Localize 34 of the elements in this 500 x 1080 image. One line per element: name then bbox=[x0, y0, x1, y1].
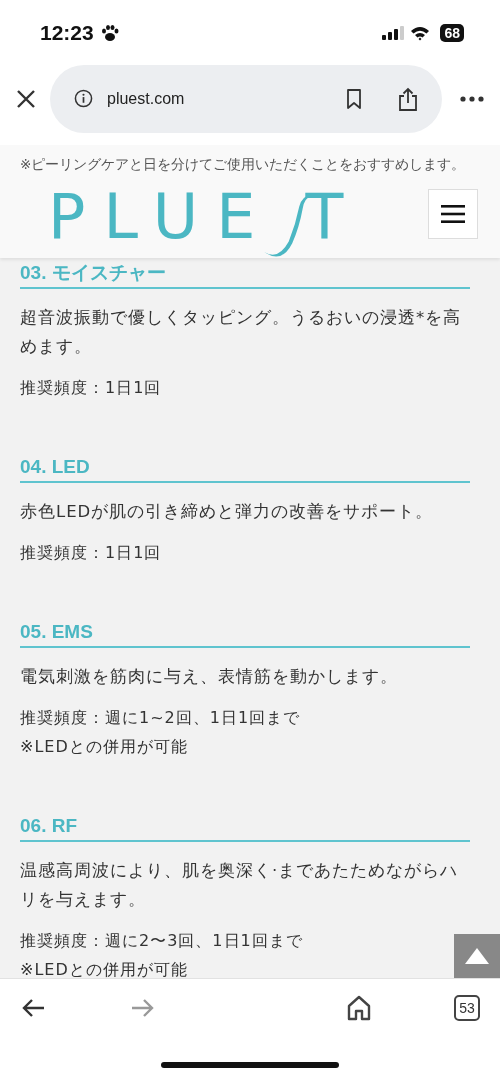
home-button[interactable] bbox=[347, 995, 371, 1021]
section-text: 超音波振動で優しくタッピング。うるおいの浸透*を高めます。 bbox=[20, 307, 463, 358]
back-to-top-button[interactable] bbox=[454, 934, 500, 978]
section-heading: 05. EMS bbox=[20, 620, 470, 648]
up-arrow-icon bbox=[465, 948, 489, 964]
url-text: pluest.com bbox=[107, 89, 185, 108]
section-heading: 03. モイスチャー bbox=[20, 261, 470, 289]
share-icon[interactable] bbox=[398, 86, 418, 111]
frequency-text: 推奨頻度：週に2〜3回、1日1回まで bbox=[20, 930, 304, 952]
page-note: ※ピーリングケアと日を分けてご使用いただくことをおすすめします。 bbox=[20, 155, 467, 174]
close-button[interactable] bbox=[16, 88, 36, 109]
tabs-button[interactable]: 53 bbox=[454, 995, 480, 1021]
signal-icon bbox=[382, 26, 405, 40]
usage-note: ※LEDとの併用が可能 bbox=[20, 959, 189, 978]
section-heading: 06. RF bbox=[20, 814, 470, 842]
bookmark-icon[interactable] bbox=[346, 88, 362, 109]
more-icon[interactable] bbox=[460, 95, 484, 102]
paw-icon bbox=[99, 23, 120, 43]
frequency-text: 推奨頻度：週に1~2回、1日1回まで bbox=[20, 707, 302, 729]
section-text: 温感高周波により、肌を奥深く·まであたためながらハリを与えます。 bbox=[20, 860, 460, 911]
frequency-text: 推奨頻度：1日1回 bbox=[20, 377, 163, 399]
wifi-icon bbox=[410, 25, 431, 41]
info-icon[interactable] bbox=[74, 89, 93, 108]
battery-icon: 68 bbox=[440, 24, 464, 42]
menu-icon bbox=[441, 204, 465, 223]
usage-note: ※LEDとの併用が可能 bbox=[20, 736, 189, 758]
section-text: 赤色LEDが肌の引き締めと弾力の改善をサポート。 bbox=[20, 501, 435, 523]
status-time: 12:23 bbox=[40, 21, 94, 45]
section-heading: 04. LED bbox=[20, 455, 470, 483]
section-text: 電気刺激を筋肉に与え、表情筋を動かします。 bbox=[20, 666, 399, 688]
back-button[interactable] bbox=[22, 998, 46, 1018]
frequency-text: 推奨頻度：1日1回 bbox=[20, 542, 163, 564]
address-bar[interactable]: pluest.com bbox=[50, 64, 442, 133]
menu-button[interactable] bbox=[428, 188, 478, 239]
